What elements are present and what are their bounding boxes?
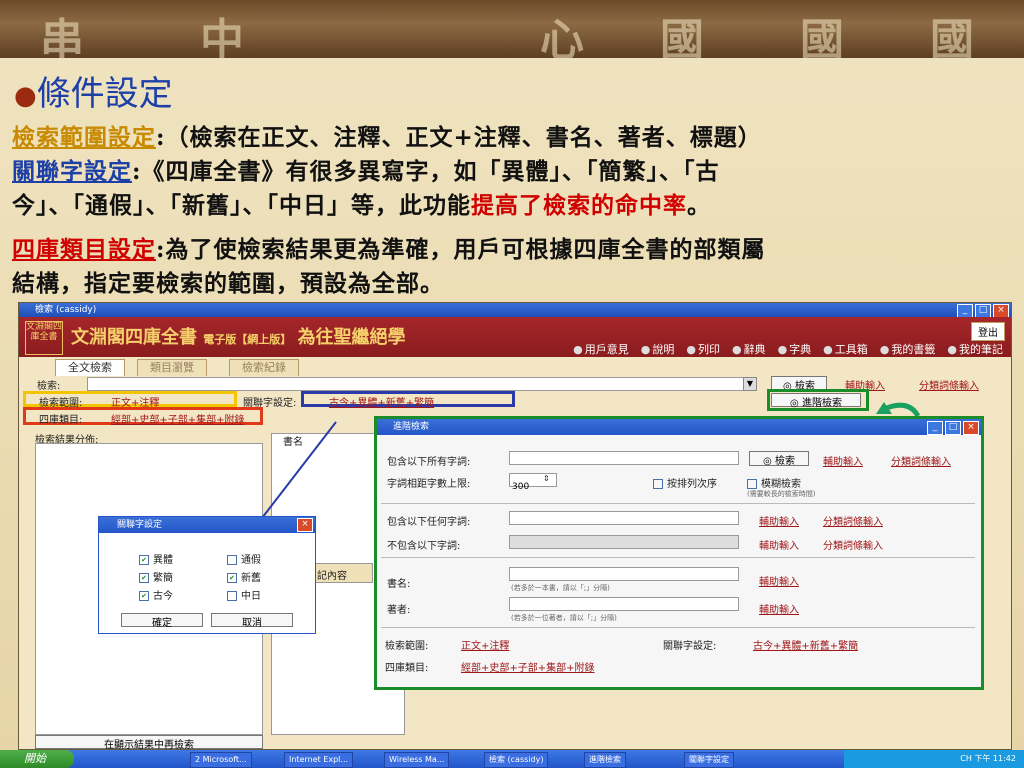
any-words-label: 包含以下任何字詞: [387, 517, 471, 528]
taskbar: 開始 2 Microsoft... Internet Expl... Wirel… [0, 750, 1024, 768]
checkbox-icon[interactable]: ✔ [139, 555, 149, 565]
checkbox-icon[interactable]: ✔ [139, 573, 149, 583]
checkbox-icon[interactable]: ✔ [139, 591, 149, 601]
dialog-title: 關聯字設定 [117, 520, 163, 530]
task-item[interactable]: Internet Expl... [284, 752, 354, 768]
start-button[interactable]: 開始 [0, 750, 74, 768]
book-name-input[interactable] [509, 567, 739, 581]
relation-dialog-titlebar: 關聯字設定 × [99, 517, 315, 533]
clock: 下午 11:42 [974, 754, 1016, 763]
author-label: 著者: [387, 605, 411, 616]
task-item[interactable]: Wireless Ma... [384, 752, 450, 768]
task-item[interactable]: 關聯字設定 [684, 752, 734, 768]
checkbox-icon[interactable] [227, 591, 237, 601]
relation-link[interactable]: 古今+異體+新舊+繁簡 [753, 637, 858, 652]
system-tray: CH 下午 11:42 [844, 750, 1024, 768]
callout-line [261, 421, 337, 519]
any-words-input[interactable] [509, 511, 739, 525]
stepper-icon[interactable]: ⇕ [543, 474, 550, 483]
category-link[interactable]: 經部+史部+子部+集部+附錄 [461, 659, 595, 674]
task-item[interactable]: 2 Microsoft... [190, 752, 252, 768]
relation-dialog: 關聯字設定 × ✔ 異體 通假 ✔ 繁簡 ✔ 新舊 ✔ 古今 中日 確定 取消 [98, 516, 316, 634]
search-button[interactable]: ◎ 檢索 [749, 451, 809, 467]
close-icon[interactable]: × [963, 421, 979, 435]
binoculars-icon: ◎ [763, 456, 775, 467]
checkbox-icon[interactable]: ✔ [227, 573, 237, 583]
checkbox-icon[interactable] [653, 479, 663, 489]
dialog-title: 進階檢索 [393, 422, 430, 432]
category-label: 四庫類目: [385, 663, 429, 674]
author-input[interactable] [509, 597, 739, 611]
language-indicator[interactable]: CH [960, 754, 972, 763]
task-item[interactable]: 進階檢索 [584, 752, 626, 768]
aux-input-link[interactable]: 輔助輸入 [823, 453, 863, 468]
fuzzy-hint: (需要較長的檢索時間) [747, 490, 816, 498]
checkbox-icon[interactable] [747, 479, 757, 489]
author-hint: (若多於一位著者，請以「;」分隔) [511, 614, 617, 622]
divider [381, 503, 975, 504]
class-input-link[interactable]: 分類詞條輸入 [891, 453, 951, 468]
distance-input[interactable]: 300 [509, 473, 557, 492]
all-words-label: 包含以下所有字詞: [387, 457, 471, 468]
checkbox-icon[interactable] [227, 555, 237, 565]
aux-input-link[interactable]: 輔助輸入 [759, 573, 799, 588]
minimize-icon[interactable]: _ [927, 421, 943, 435]
not-words-input[interactable] [509, 535, 739, 549]
option-loan[interactable]: 通假 [227, 551, 261, 566]
aux-input-link[interactable]: 輔助輸入 [759, 513, 799, 528]
advanced-dialog: 進階檢索 _ □ × 包含以下所有字詞: ◎ 檢索 輔助輸入 分類詞條輸入 字詞… [374, 416, 984, 690]
all-words-input[interactable] [509, 451, 739, 465]
task-item[interactable]: 檢索 (cassidy) [484, 752, 549, 768]
range-label: 檢索範圍: [385, 641, 429, 652]
divider [381, 557, 975, 558]
not-words-label: 不包含以下字詞: [387, 541, 461, 552]
sort-option[interactable]: 按排列次序 [653, 475, 717, 490]
option-simp-trad[interactable]: ✔ 繁簡 [139, 569, 173, 584]
class-input-disabled: 分類詞條輸入 [823, 541, 883, 552]
fuzzy-option[interactable]: 模糊檢索 [747, 475, 801, 490]
relation-label: 關聯字設定: [663, 641, 717, 652]
ok-button[interactable]: 確定 [121, 613, 203, 629]
option-variant[interactable]: ✔ 異體 [139, 551, 173, 566]
distance-label: 字詞相距字數上限: [387, 479, 471, 490]
close-icon[interactable]: × [297, 518, 313, 532]
aux-input-disabled: 輔助輸入 [759, 541, 799, 552]
option-cn-jp[interactable]: 中日 [227, 587, 261, 602]
class-input-link[interactable]: 分類詞條輸入 [823, 513, 883, 528]
book-name-label: 書名: [387, 579, 411, 590]
book-hint: (若多於一本書，請以「;」分隔) [511, 584, 610, 592]
option-ancient-modern[interactable]: ✔ 古今 [139, 587, 173, 602]
aux-input-link[interactable]: 輔助輸入 [759, 601, 799, 616]
advanced-dialog-titlebar: 進階檢索 _ □ × [377, 419, 981, 435]
maximize-icon[interactable]: □ [945, 421, 961, 435]
option-new-old[interactable]: ✔ 新舊 [227, 569, 261, 584]
cancel-button[interactable]: 取消 [211, 613, 293, 629]
divider [381, 627, 975, 628]
range-link[interactable]: 正文+注釋 [461, 637, 509, 652]
